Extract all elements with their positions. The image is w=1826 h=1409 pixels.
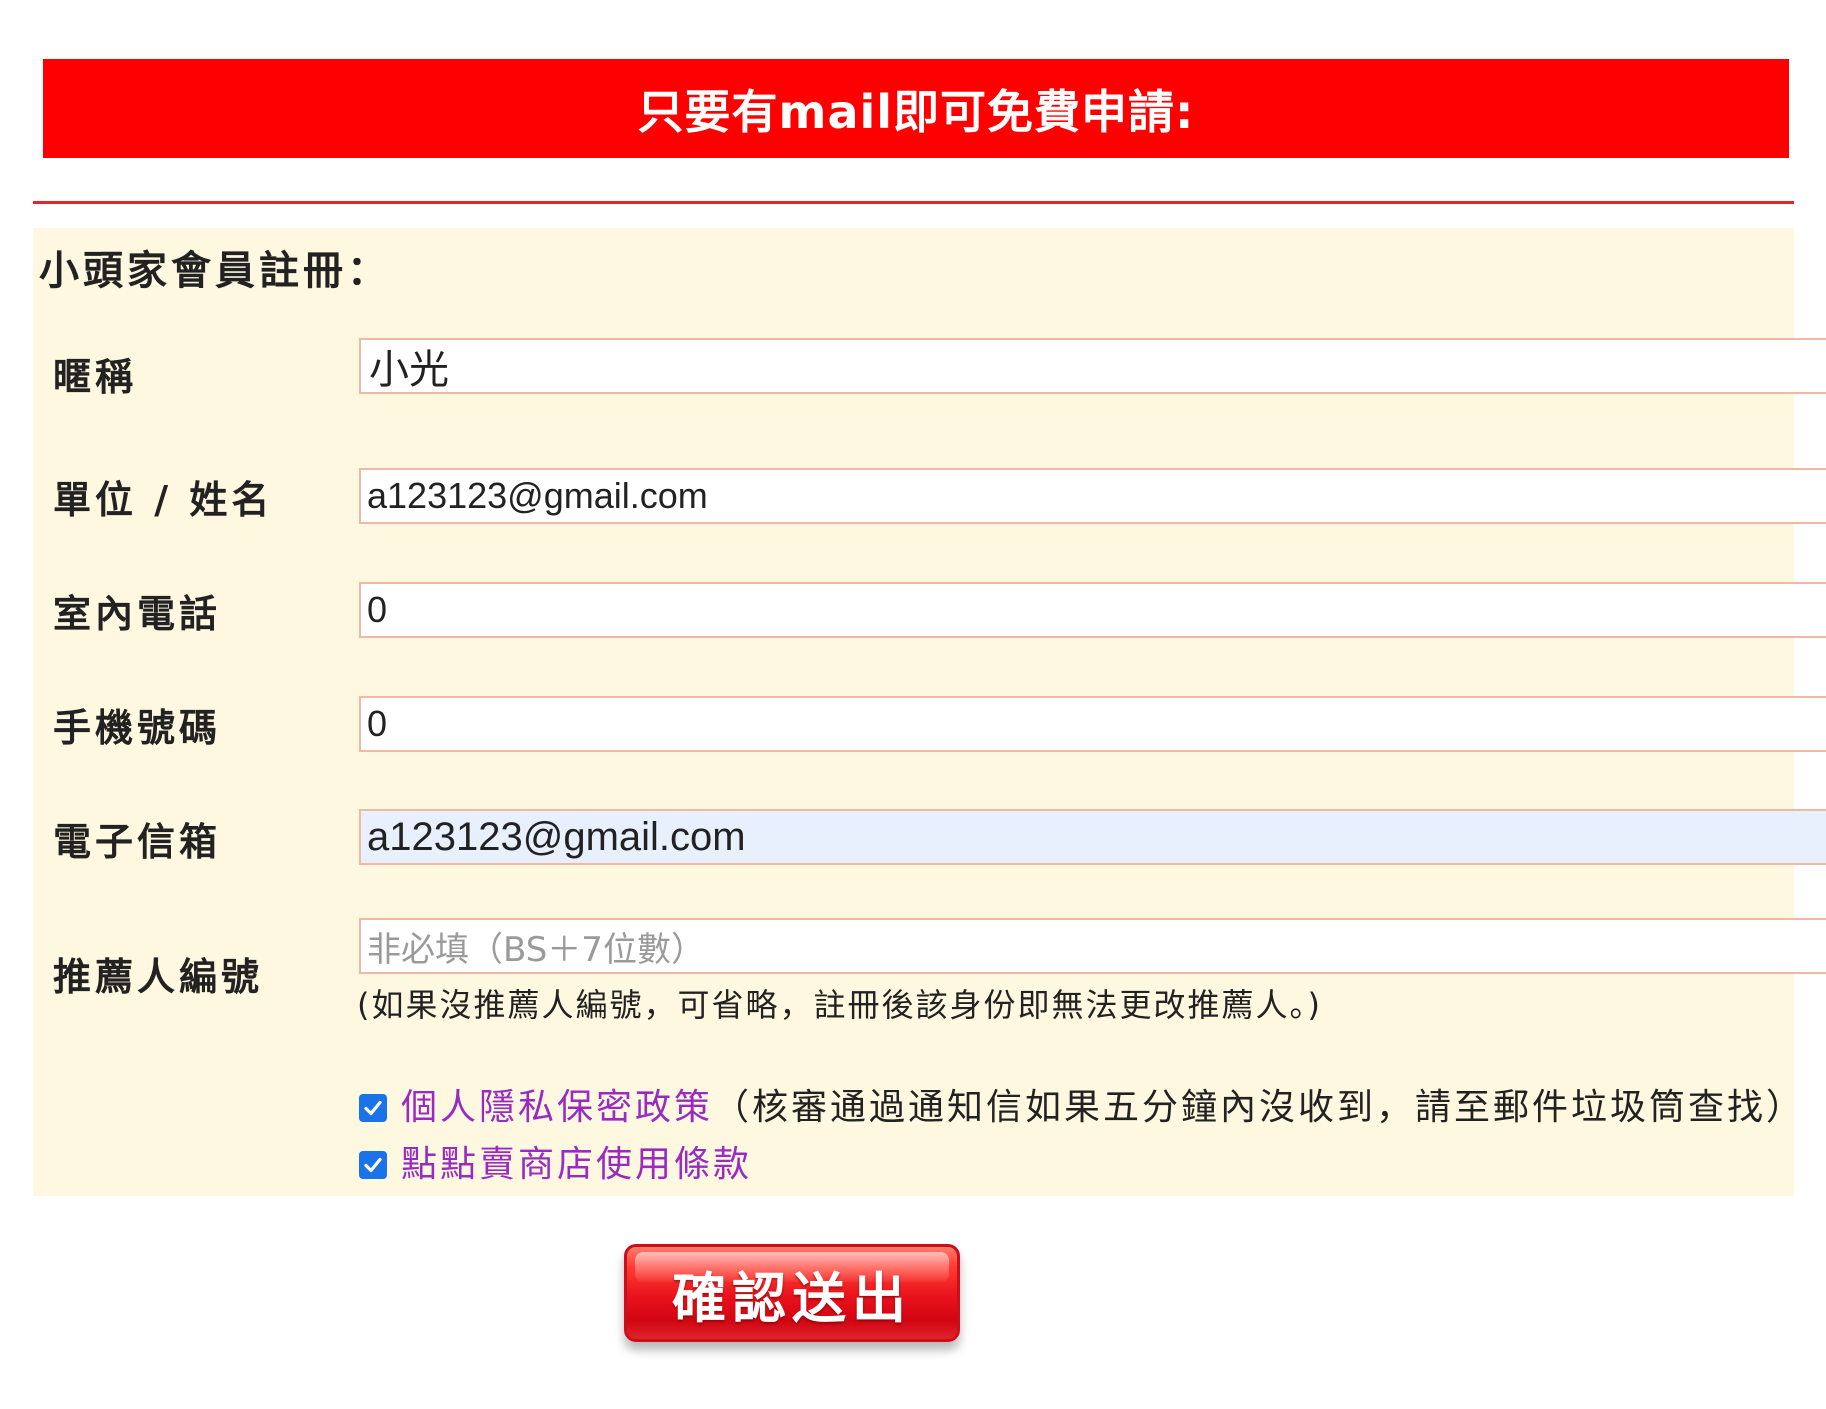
email-label: 電子信箱 (53, 820, 222, 864)
mobile-phone-label: 手機號碼 (53, 706, 222, 750)
privacy-checkbox[interactable] (359, 1094, 387, 1122)
referrer-hint: (如果沒推薦人編號，可省略，註冊後該身份即無法更改推薦人。) (357, 986, 1322, 1024)
nickname-label: 暱稱 (53, 355, 138, 399)
referrer-id-placeholder: 非必填（BS＋7位數） (367, 929, 705, 970)
privacy-agreement-row: 個人隱私保密政策 （核審通過通知信如果五分鐘內沒收到，請至郵件垃圾筒查找） (359, 1078, 1805, 1130)
privacy-policy-link[interactable]: 個人隱私保密政策 (401, 1078, 713, 1130)
form-title: 小頭家會員註冊： (39, 248, 391, 294)
promo-banner: 只要有mail即可免費申請: (43, 59, 1789, 158)
landline-phone-input[interactable]: 0 (359, 582, 1826, 638)
organization-name-input[interactable]: a123123@gmail.com (359, 468, 1826, 524)
checkmark-icon (364, 1100, 382, 1116)
privacy-note: （核審通過通知信如果五分鐘內沒收到，請至郵件垃圾筒查找） (713, 1087, 1806, 1128)
landline-phone-value: 0 (367, 589, 388, 630)
organization-name-value: a123123@gmail.com (367, 475, 708, 516)
registration-form: 小頭家會員註冊： 暱稱 小光 單位 / 姓名 a123123@gmail.com… (33, 228, 1826, 1196)
email-input[interactable]: a123123@gmail.com (359, 809, 1826, 865)
landline-phone-label: 室內電話 (53, 592, 222, 636)
organization-name-label: 單位 / 姓名 (53, 478, 274, 522)
divider-line (33, 201, 1794, 204)
mobile-phone-value: 0 (367, 703, 388, 744)
mobile-phone-input[interactable]: 0 (359, 696, 1826, 752)
nickname-input[interactable]: 小光 (359, 338, 1826, 394)
referrer-id-input[interactable]: 非必填（BS＋7位數） (359, 918, 1826, 974)
referrer-id-label: 推薦人編號 (53, 955, 264, 999)
terms-checkbox[interactable] (359, 1151, 387, 1179)
terms-of-use-link[interactable]: 點點賣商店使用條款 (401, 1135, 752, 1187)
submit-button[interactable]: 確認送出 (624, 1244, 960, 1342)
nickname-value: 小光 (369, 347, 449, 393)
submit-area: 確認送出 (624, 1244, 966, 1352)
banner-text: 只要有mail即可免費申請: (637, 84, 1195, 139)
email-value: a123123@gmail.com (367, 814, 746, 859)
checkmark-icon (364, 1157, 382, 1173)
terms-agreement-row: 點點賣商店使用條款 (359, 1135, 752, 1187)
submit-button-label: 確認送出 (672, 1266, 912, 1330)
